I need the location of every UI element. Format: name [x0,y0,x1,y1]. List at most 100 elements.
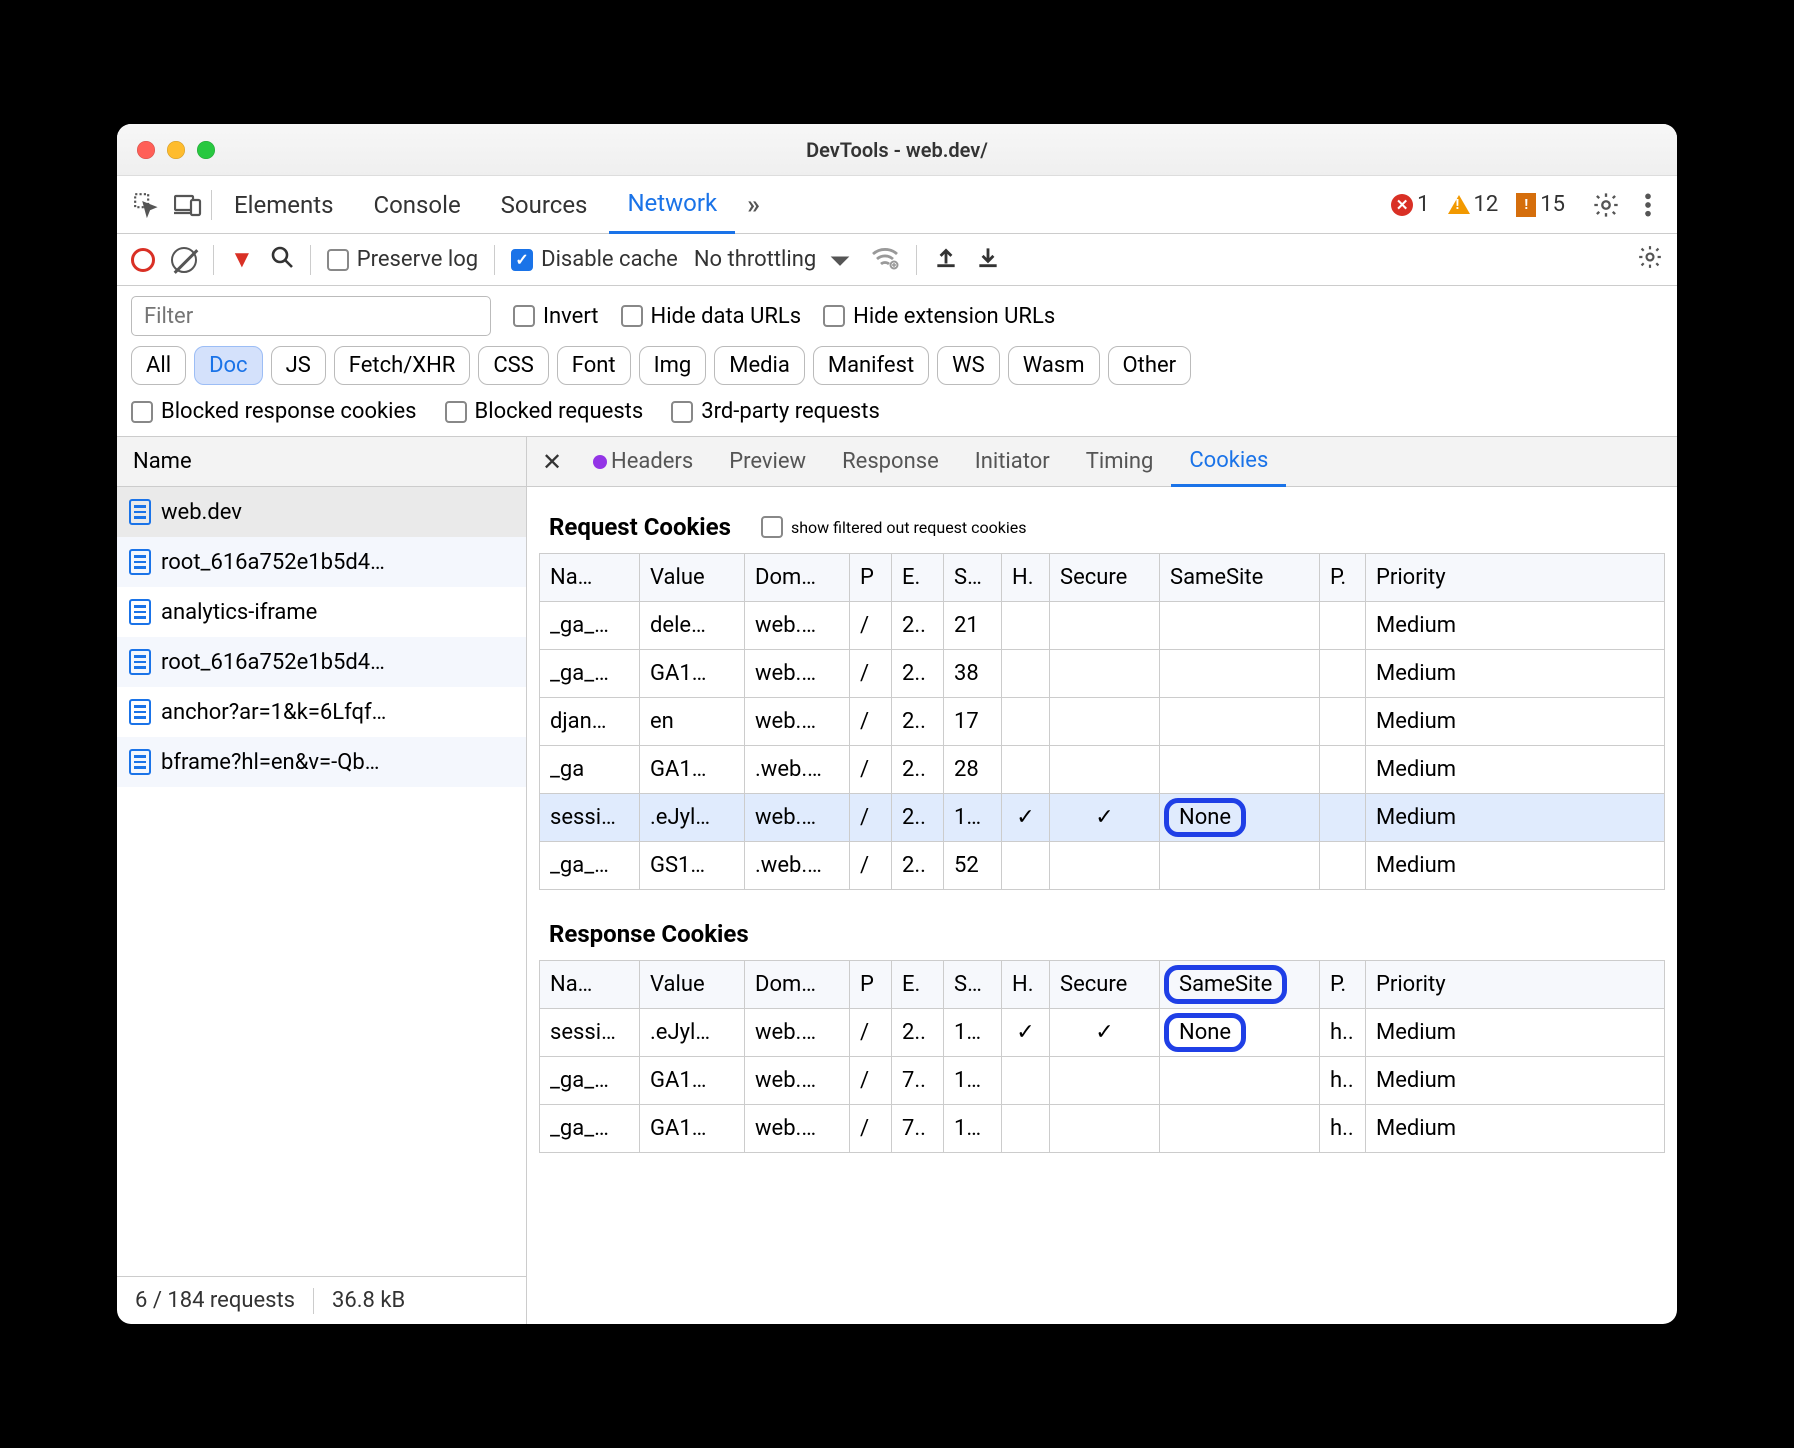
column-header[interactable]: Dom… [745,961,850,1009]
cookie-row[interactable]: _ga_…GS1….web.…/2..52Medium [540,842,1665,890]
show-filtered-checkbox[interactable]: show filtered out request cookies [761,516,1027,538]
detail-tab-preview[interactable]: Preview [711,437,824,487]
chip-manifest[interactable]: Manifest [813,346,929,385]
request-row[interactable]: anchor?ar=1&k=6Lfqf… [117,687,526,737]
column-header[interactable]: Secure [1050,554,1160,602]
request-row[interactable]: web.dev [117,487,526,537]
chip-media[interactable]: Media [714,346,805,385]
disable-cache-checkbox[interactable]: Disable cache [511,247,678,272]
cookie-row[interactable]: _ga_…dele…web.…/2..21Medium [540,602,1665,650]
request-row[interactable]: root_616a752e1b5d4… [117,637,526,687]
download-har-icon[interactable] [975,244,1001,276]
tab-overflow-icon[interactable]: » [739,190,768,220]
network-conditions-icon[interactable] [870,244,900,276]
clear-button[interactable] [171,247,197,273]
column-header[interactable]: S… [944,554,1002,602]
third-party-checkbox[interactable]: 3rd-party requests [671,399,880,424]
cookies-panel: Request Cookies show filtered out reques… [527,487,1677,1324]
chip-ws[interactable]: WS [937,346,1000,385]
panel-settings-gear-icon[interactable] [1637,244,1663,276]
column-header[interactable]: P [850,961,892,1009]
chip-wasm[interactable]: Wasm [1008,346,1100,385]
window-title: DevTools - web.dev/ [117,138,1677,162]
cookie-row[interactable]: _ga_…GA1…web.…/7..1…h..Medium [540,1105,1665,1153]
issues-badge[interactable]: !15 [1516,192,1565,217]
chip-img[interactable]: Img [639,346,707,385]
tab-sources[interactable]: Sources [483,176,606,234]
column-header[interactable]: Priority [1366,554,1665,602]
cookie-row[interactable]: _ga_…GA1…web.…/7..1…h..Medium [540,1057,1665,1105]
close-detail-icon[interactable]: ✕ [535,445,569,479]
panel-body: Name web.devroot_616a752e1b5d4…analytics… [117,436,1677,1324]
column-header[interactable]: Value [640,961,745,1009]
cookie-row[interactable]: _gaGA1….web.…/2..28Medium [540,746,1665,794]
request-row[interactable]: analytics-iframe [117,587,526,637]
record-button[interactable] [131,248,155,272]
warnings-badge[interactable]: 12 [1448,192,1499,217]
settings-gear-icon[interactable] [1587,186,1625,224]
cookie-row[interactable]: sessi….eJyl…web.…/2..1…✓✓Noneh..Medium [540,1009,1665,1057]
indicator-dot-icon [593,455,607,469]
cookie-row[interactable]: djan…enweb.…/2..17Medium [540,698,1665,746]
blocked-requests-checkbox[interactable]: Blocked requests [445,399,644,424]
column-header[interactable]: H. [1002,961,1050,1009]
column-header[interactable]: Priority [1366,961,1665,1009]
column-header[interactable]: Value [640,554,745,602]
document-icon [129,499,151,525]
chip-all[interactable]: All [131,346,186,385]
request-cookies-title: Request Cookies [549,513,731,541]
name-column-header[interactable]: Name [117,437,526,487]
filter-toggle-icon[interactable]: ▼ [230,245,254,274]
column-header[interactable]: Secure [1050,961,1160,1009]
invert-checkbox[interactable]: Invert [513,304,599,329]
cookie-row[interactable]: sessi….eJyl…web.…/2..1…✓✓NoneMedium [540,794,1665,842]
response-cookies-table: Na…ValueDom…PE.S…H.SecureSameSiteP.Prior… [539,960,1665,1153]
column-header[interactable]: SameSite [1160,554,1320,602]
column-header[interactable]: E. [892,961,944,1009]
column-header[interactable]: E. [892,554,944,602]
column-header[interactable]: P [850,554,892,602]
chip-doc[interactable]: Doc [194,346,263,385]
blocked-response-cookies-checkbox[interactable]: Blocked response cookies [131,399,417,424]
column-header[interactable]: SameSite [1160,961,1320,1009]
chip-fetchxhr[interactable]: Fetch/XHR [334,346,471,385]
hide-extension-urls-checkbox[interactable]: Hide extension URLs [823,304,1055,329]
main-tabs: ElementsConsoleSourcesNetwork » ✕1 12 !1… [117,176,1677,234]
document-icon [129,549,151,575]
errors-badge[interactable]: ✕1 [1391,192,1429,217]
column-header[interactable]: S… [944,961,1002,1009]
detail-tab-response[interactable]: Response [824,437,957,487]
tab-network[interactable]: Network [609,176,735,234]
column-header[interactable]: Na… [540,554,640,602]
request-row[interactable]: root_616a752e1b5d4… [117,537,526,587]
upload-har-icon[interactable] [933,244,959,276]
search-icon[interactable] [270,245,294,275]
detail-tab-initiator[interactable]: Initiator [957,437,1068,487]
tab-elements[interactable]: Elements [216,176,351,234]
tab-console[interactable]: Console [355,176,478,234]
detail-tab-timing[interactable]: Timing [1068,437,1172,487]
hide-data-urls-checkbox[interactable]: Hide data URLs [621,304,802,329]
chip-css[interactable]: CSS [478,346,548,385]
transfer-size: 36.8 kB [332,1288,405,1313]
column-header[interactable]: Dom… [745,554,850,602]
detail-tab-headers[interactable]: Headers [575,437,711,487]
detail-tab-cookies[interactable]: Cookies [1171,437,1286,487]
filter-input[interactable] [131,296,491,336]
chip-other[interactable]: Other [1108,346,1192,385]
column-header[interactable]: P. [1320,554,1366,602]
chip-font[interactable]: Font [557,346,631,385]
throttling-select[interactable]: No throttling [694,247,854,272]
chip-js[interactable]: JS [271,346,326,385]
column-header[interactable]: Na… [540,961,640,1009]
device-toggle-icon[interactable] [169,186,207,224]
kebab-menu-icon[interactable] [1629,186,1667,224]
preserve-log-checkbox[interactable]: Preserve log [327,247,478,272]
request-row[interactable]: bframe?hl=en&v=-Qb… [117,737,526,787]
column-header[interactable]: P. [1320,961,1366,1009]
status-bar: 6 / 184 requests 36.8 kB [117,1276,526,1324]
cookie-row[interactable]: _ga_…GA1…web.…/2..38Medium [540,650,1665,698]
inspect-element-icon[interactable] [127,186,165,224]
column-header[interactable]: H. [1002,554,1050,602]
extra-filters-row: Blocked response cookies Blocked request… [117,395,1677,436]
